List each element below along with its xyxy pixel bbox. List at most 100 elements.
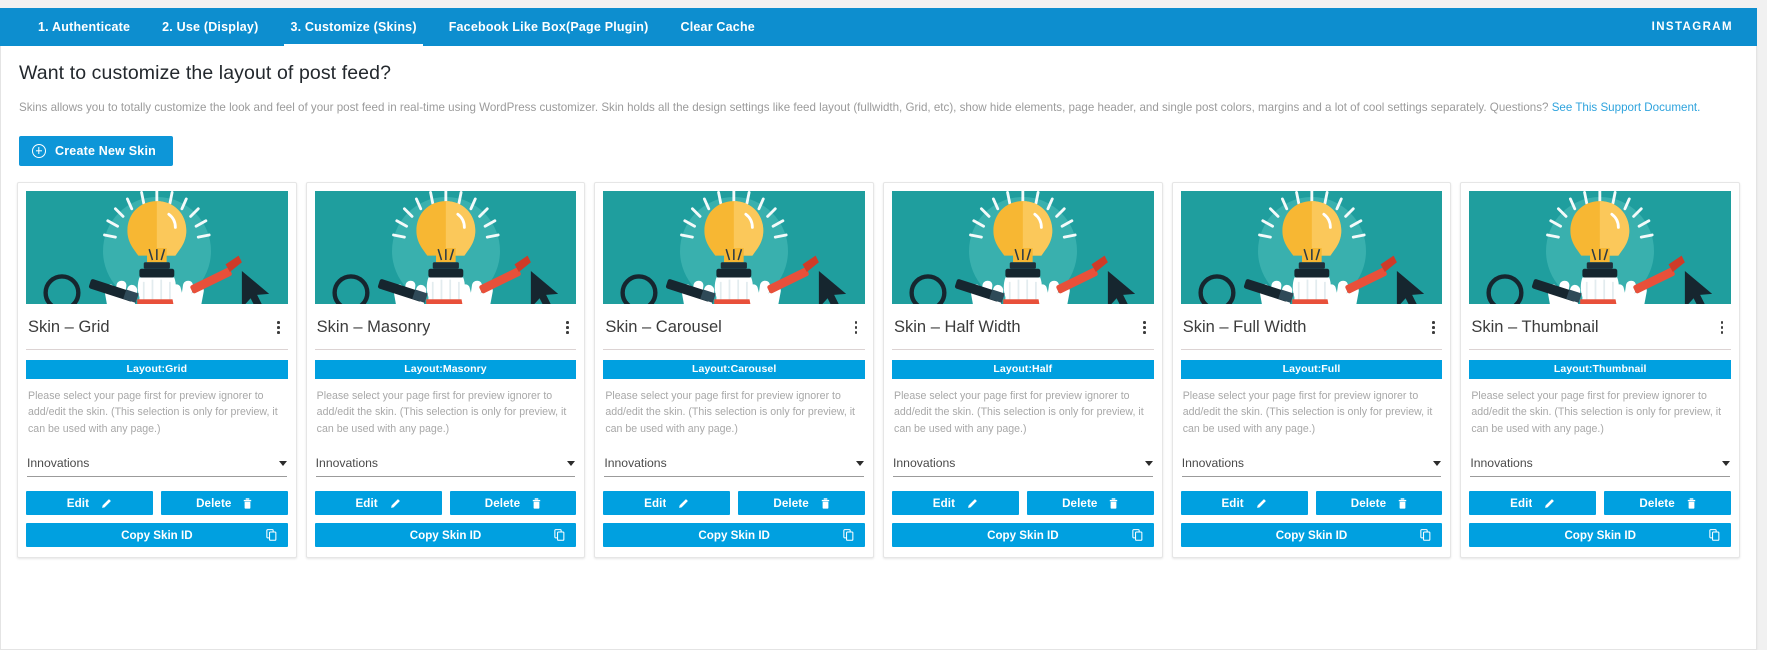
chevron-down-icon <box>278 460 287 466</box>
skin-card-5[interactable]: Skin – Thumbnail Layout:Thumbnail Please… <box>1460 181 1741 558</box>
layout-badge: Layout:Half <box>892 359 1154 379</box>
preview-hint: Please select your page first for previe… <box>894 389 1144 435</box>
edit-button[interactable]: Edit <box>314 491 442 515</box>
tab-clear-cache[interactable]: Clear Cache <box>664 8 770 46</box>
tab-authenticate[interactable]: 1. Authenticate <box>22 8 146 46</box>
content-panel: Want to customize the layout of post fee… <box>0 46 1757 650</box>
skin-title: Skin – Carousel <box>605 317 722 336</box>
preview-hint: Please select your page first for previe… <box>28 389 278 435</box>
delete-label: Delete <box>196 496 232 510</box>
copy-skin-id-button[interactable]: Copy Skin ID <box>26 523 288 547</box>
preview-hint: Please select your page first for previe… <box>605 389 856 435</box>
delete-button[interactable]: Delete <box>738 491 866 515</box>
page-preview-select-value: Innovations <box>315 456 379 470</box>
create-new-skin-label: Create New Skin <box>55 143 156 158</box>
card-title-row: Skin – Masonry <box>314 304 577 350</box>
edit-button[interactable]: Edit <box>892 491 1019 515</box>
copy-skin-id-button[interactable]: Copy Skin ID <box>603 523 866 547</box>
copy-skin-id-label: Copy Skin ID <box>1275 528 1348 542</box>
page-title: Want to customize the layout of post fee… <box>19 62 392 84</box>
page-preview-select[interactable]: Innovations <box>27 450 287 477</box>
create-new-skin-button[interactable]: Create New Skin <box>19 135 173 166</box>
pencil-icon <box>390 498 400 508</box>
chevron-down-icon <box>1433 460 1442 466</box>
more-vertical-icon[interactable] <box>849 319 863 335</box>
edit-label: Edit <box>66 496 90 510</box>
tab-use-display[interactable]: 2. Use (Display) <box>146 8 274 46</box>
skin-title: Skin – Full Width <box>1182 317 1307 336</box>
more-vertical-icon[interactable] <box>272 319 286 335</box>
lightbulb-idea-illustration <box>1180 190 1443 304</box>
skin-card-0[interactable]: Skin – Grid Layout:Grid Please select yo… <box>17 181 297 558</box>
page-preview-select[interactable]: Innovations <box>893 450 1153 477</box>
lightbulb-idea-illustration <box>314 190 577 304</box>
page-preview-select[interactable]: Innovations <box>1470 450 1731 477</box>
skin-card-3[interactable]: Skin – Half Width Layout:Half Please sel… <box>883 181 1163 558</box>
more-vertical-icon[interactable] <box>1138 319 1152 335</box>
copy-skin-id-button[interactable]: Copy Skin ID <box>1180 523 1443 547</box>
edit-label: Edit <box>644 496 667 510</box>
skin-card-2[interactable]: Skin – Carousel Layout:Carousel Please s… <box>594 181 875 558</box>
preview-hint: Please select your page first for previe… <box>316 389 567 435</box>
plus-circle-icon <box>32 143 46 158</box>
card-title-row: Skin – Half Width <box>892 304 1154 350</box>
copy-icon <box>554 529 565 541</box>
copy-icon <box>843 529 854 541</box>
tab-label: 2. Use (Display) <box>162 20 259 34</box>
copy-skin-id-button[interactable]: Copy Skin ID <box>892 523 1154 547</box>
delete-button[interactable]: Delete <box>1026 491 1154 515</box>
skin-card-1[interactable]: Skin – Masonry Layout:Masonry Please sel… <box>305 181 586 558</box>
page-preview-select-value: Innovations <box>604 456 667 470</box>
more-vertical-icon[interactable] <box>1715 319 1729 335</box>
page-preview-select-value: Innovations <box>1470 456 1533 470</box>
copy-icon <box>1709 529 1720 541</box>
support-document-link[interactable]: See This Support Document. <box>1552 101 1701 114</box>
preview-hint: Please select your page first for previe… <box>1182 389 1433 435</box>
pencil-icon <box>102 498 111 508</box>
chevron-down-icon <box>1144 460 1153 466</box>
card-title-row: Skin – Carousel <box>603 304 866 350</box>
card-actions: Edit Delete <box>314 491 577 515</box>
more-vertical-icon[interactable] <box>1426 319 1440 335</box>
copy-skin-id-button[interactable]: Copy Skin ID <box>1469 523 1732 547</box>
brand-label: INSTAGRAM <box>1651 21 1733 33</box>
skins-admin-page: 1. Authenticate 2. Use (Display) 3. Cust… <box>0 0 1767 650</box>
delete-button[interactable]: Delete <box>1315 491 1443 515</box>
page-preview-select[interactable]: Innovations <box>315 450 576 477</box>
pencil-icon <box>679 498 689 508</box>
card-actions: Edit Delete <box>26 491 288 515</box>
chevron-down-icon <box>1722 460 1731 466</box>
layout-badge: Layout:Full <box>1180 359 1443 379</box>
copy-skin-id-label: Copy Skin ID <box>409 528 482 542</box>
edit-button[interactable]: Edit <box>26 491 153 515</box>
layout-badge: Layout:Masonry <box>314 359 577 379</box>
copy-skin-id-button[interactable]: Copy Skin ID <box>314 523 577 547</box>
tab-facebook-like-box[interactable]: Facebook Like Box(Page Plugin) <box>433 8 665 46</box>
delete-button[interactable]: Delete <box>449 491 577 515</box>
delete-button[interactable]: Delete <box>160 491 288 515</box>
edit-label: Edit <box>1221 496 1244 510</box>
skin-title: Skin – Grid <box>28 317 110 336</box>
chevron-down-icon <box>856 460 865 466</box>
tab-label: Clear Cache <box>680 20 755 34</box>
lightbulb-idea-illustration <box>603 190 866 304</box>
edit-button[interactable]: Edit <box>603 491 731 515</box>
page-preview-select-value: Innovations <box>1181 456 1245 470</box>
skin-card-4[interactable]: Skin – Full Width Layout:Full Please sel… <box>1171 181 1452 558</box>
primary-nav: 1. Authenticate 2. Use (Display) 3. Cust… <box>0 8 1757 46</box>
intro-text: Skins allows you to totally customize th… <box>19 101 1552 114</box>
edit-button[interactable]: Edit <box>1180 491 1308 515</box>
tab-customize-skins[interactable]: 3. Customize (Skins) <box>274 8 432 46</box>
page-preview-select[interactable]: Innovations <box>604 450 865 477</box>
delete-button[interactable]: Delete <box>1604 491 1732 515</box>
edit-button[interactable]: Edit <box>1469 491 1597 515</box>
page-preview-select[interactable]: Innovations <box>1181 450 1442 477</box>
card-title-row: Skin – Grid <box>26 304 288 350</box>
tab-label: 3. Customize (Skins) <box>290 20 417 34</box>
layout-badge: Layout:Grid <box>26 359 288 379</box>
copy-skin-id-label: Copy Skin ID <box>1564 528 1636 542</box>
delete-label: Delete <box>1350 496 1387 510</box>
layout-badge: Layout:Carousel <box>603 359 866 379</box>
intro-paragraph: Skins allows you to totally customize th… <box>19 99 1740 118</box>
more-vertical-icon[interactable] <box>560 319 574 335</box>
